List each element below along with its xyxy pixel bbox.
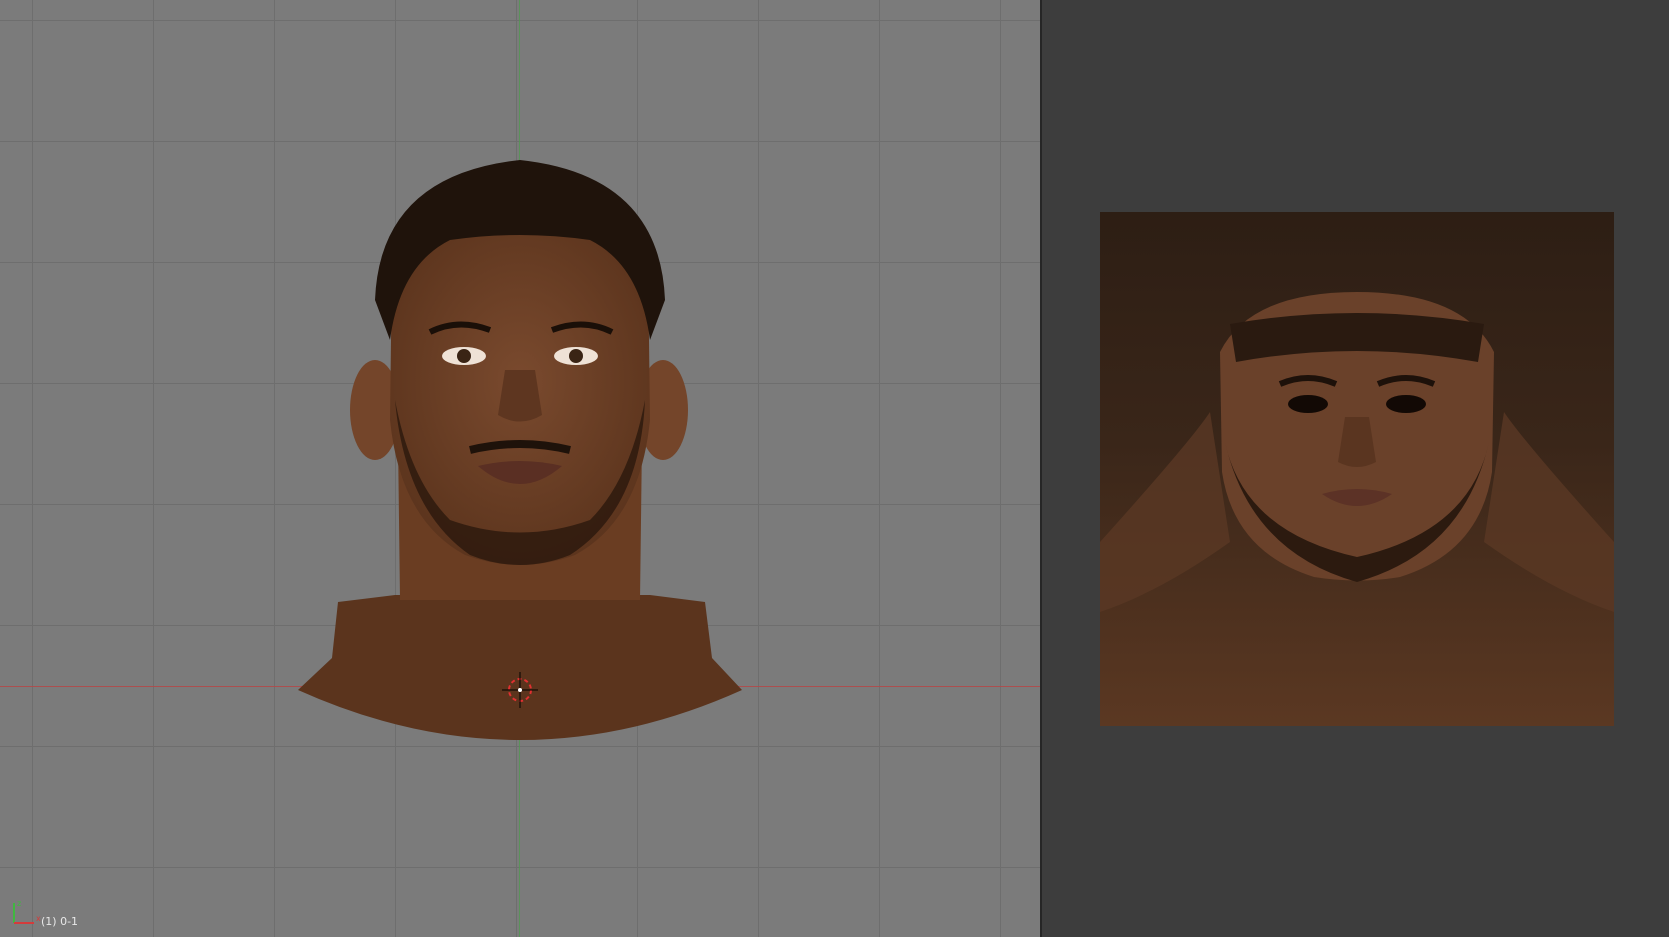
svg-text:z: z (17, 899, 21, 908)
head-model[interactable] (0, 0, 1040, 937)
axes-gizmo-icon: z x (13, 899, 41, 924)
frame-label: (1) 0-1 (41, 915, 79, 928)
uv-texture-image[interactable] (1100, 212, 1614, 726)
uv-image-editor[interactable] (1042, 0, 1669, 937)
nose (498, 370, 542, 422)
shoulders-mesh (298, 595, 742, 740)
3d-viewport[interactable]: z x (1) 0-1 (0, 0, 1040, 937)
3d-cursor-icon[interactable] (500, 670, 540, 710)
